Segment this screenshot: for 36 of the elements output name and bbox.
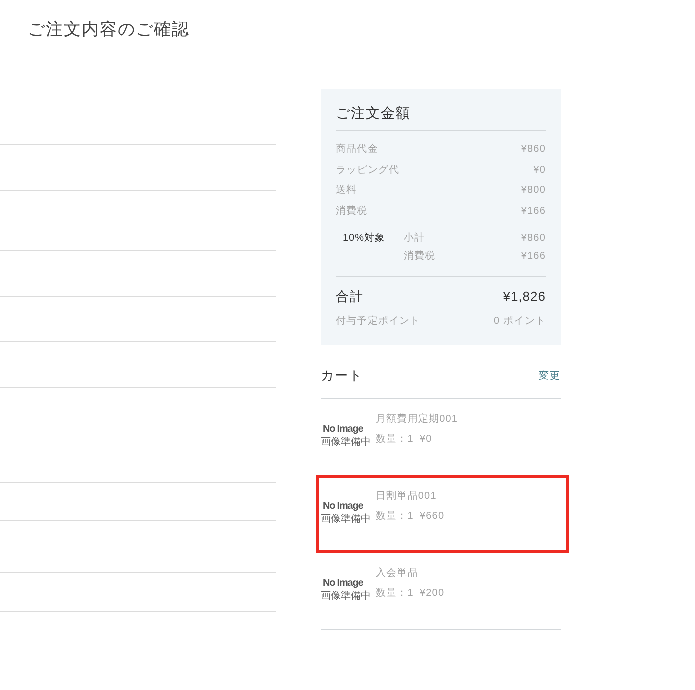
change-link[interactable]: 変更: [539, 369, 561, 384]
no-image-label: No Image: [322, 424, 364, 436]
product-price: ¥200: [420, 587, 445, 602]
quantity-label: 数量：1: [376, 510, 414, 524]
no-image-label: No Image: [322, 578, 364, 590]
tax-rate-label: 10%対象: [343, 233, 386, 244]
tax-item-amount: ¥860: [521, 232, 546, 246]
product-name: 日割単品001: [376, 490, 438, 504]
page-title: ご注文内容のご確認: [28, 19, 190, 41]
fee-label: ラッピング代: [336, 164, 400, 178]
quantity-label: 数量：1: [376, 433, 414, 448]
fee-label: 消費税: [336, 204, 368, 219]
image-pending-label: 画像準備中: [321, 436, 371, 450]
product-price: ¥660: [420, 510, 445, 524]
quantity-label: 数量：1: [376, 587, 414, 602]
fee-label: 商品代金: [336, 142, 378, 157]
fee-amount: ¥166: [521, 204, 546, 219]
points-label: 付与予定ポイント: [336, 314, 421, 330]
product-name: 月額費用定期001: [376, 412, 458, 428]
summary-title: ご注文金額: [336, 103, 546, 131]
product-name: 入会単品: [376, 566, 420, 582]
fee-amount: ¥0: [534, 164, 546, 178]
cart-title: カート: [321, 367, 363, 386]
points-value: 0 ポイント: [494, 315, 546, 330]
tax-item-label: 消費税: [404, 250, 436, 264]
total-label: 合計: [336, 288, 364, 306]
fee-amount: ¥860: [521, 143, 546, 157]
fee-amount: ¥800: [521, 184, 546, 198]
total-amount: ¥1,826: [503, 288, 546, 306]
image-pending-label: 画像準備中: [321, 590, 371, 604]
tax-item-label: 小計: [404, 232, 426, 246]
product-price: ¥0: [420, 433, 432, 448]
fee-label: 送料: [336, 184, 358, 198]
image-pending-label: 画像準備中: [321, 513, 371, 526]
tax-item-amount: ¥166: [521, 250, 546, 264]
no-image-label: No Image: [322, 501, 364, 514]
